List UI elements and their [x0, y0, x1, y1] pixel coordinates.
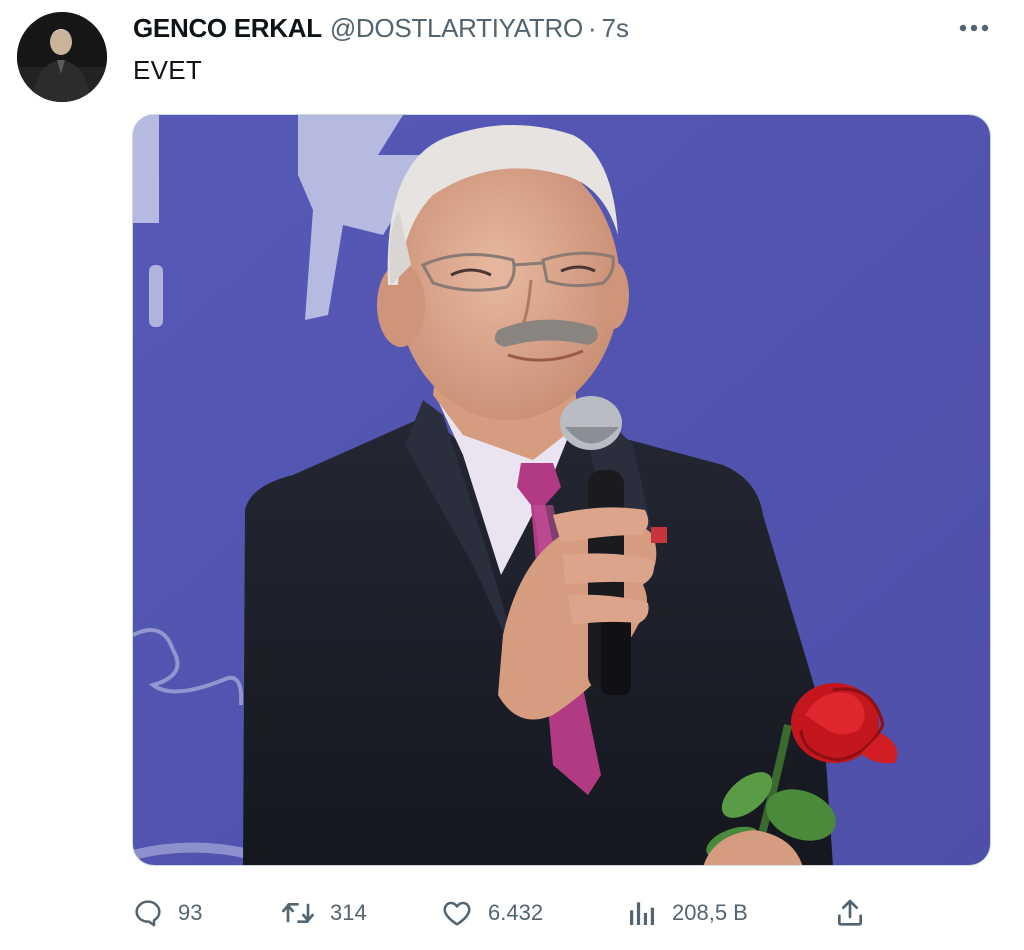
- like-count: 6.432: [488, 900, 544, 925]
- author-handle[interactable]: @DOSTLARTIYATRO: [330, 10, 583, 46]
- tweet-action-bar: 93 314 6.432 208,5 B: [132, 888, 892, 938]
- retweet-count: 314: [330, 900, 367, 925]
- reply-icon: [135, 900, 161, 927]
- share-icon: [838, 899, 862, 926]
- avatar[interactable]: [17, 12, 107, 102]
- tweet-photo[interactable]: [132, 114, 991, 866]
- analytics-icon: [630, 902, 654, 925]
- retweet-button[interactable]: 314: [280, 888, 367, 938]
- more-horizontal-icon: [959, 24, 989, 32]
- photo-image: [133, 115, 990, 865]
- retweet-icon: [282, 903, 314, 923]
- author-display-name[interactable]: GENCO ERKAL: [133, 10, 322, 46]
- views-button[interactable]: 208,5 B: [626, 888, 748, 938]
- like-button[interactable]: 6.432: [440, 888, 543, 938]
- share-button[interactable]: [834, 888, 866, 938]
- tweet-text: EVET: [133, 55, 203, 85]
- reply-button[interactable]: 93: [132, 888, 202, 938]
- header-separator: ·: [587, 13, 597, 43]
- avatar-image: [17, 12, 107, 102]
- tweet-timestamp[interactable]: 7s: [602, 10, 629, 46]
- reply-count: 93: [178, 900, 203, 925]
- tweet-card[interactable]: GENCO ERKAL @DOSTLARTIYATRO · 7s EVET 93…: [0, 0, 1024, 950]
- heart-icon: [443, 901, 471, 926]
- tweet-header: GENCO ERKAL @DOSTLARTIYATRO · 7s: [133, 10, 629, 46]
- more-options-button[interactable]: [956, 16, 992, 40]
- views-count: 208,5 B: [672, 900, 748, 925]
